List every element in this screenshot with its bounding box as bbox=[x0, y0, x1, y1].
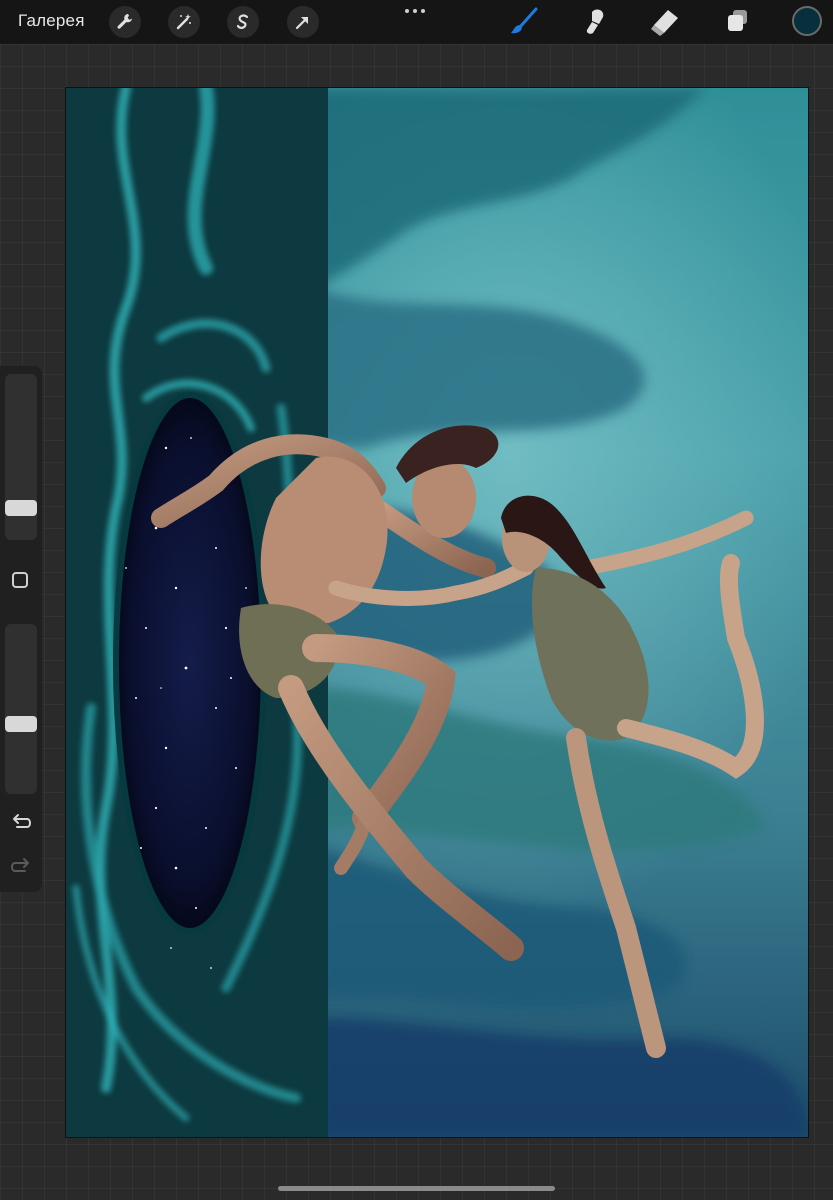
transform-arrow-icon[interactable] bbox=[287, 6, 319, 38]
artwork-painting bbox=[66, 88, 808, 1137]
brush-size-slider[interactable] bbox=[5, 374, 37, 540]
eraser-icon[interactable] bbox=[648, 6, 682, 38]
smudge-icon[interactable] bbox=[578, 6, 612, 38]
drawing-canvas[interactable] bbox=[66, 88, 808, 1137]
selection-s-icon[interactable] bbox=[227, 6, 259, 38]
wrench-icon[interactable] bbox=[109, 6, 141, 38]
gallery-button[interactable]: Галерея bbox=[18, 11, 85, 31]
magic-wand-icon[interactable] bbox=[168, 6, 200, 38]
square-icon[interactable] bbox=[12, 572, 28, 588]
undo-arrow-icon[interactable] bbox=[9, 812, 33, 834]
brush-size-thumb[interactable] bbox=[5, 500, 37, 516]
home-indicator[interactable] bbox=[278, 1186, 555, 1191]
color-picker-swatch[interactable] bbox=[792, 6, 822, 36]
top-toolbar: Галерея bbox=[0, 0, 833, 44]
redo-arrow-icon[interactable] bbox=[9, 856, 33, 878]
opacity-slider[interactable] bbox=[5, 624, 37, 794]
left-sidebar bbox=[0, 366, 42, 892]
brush-icon[interactable] bbox=[508, 6, 542, 38]
three-dots-icon[interactable] bbox=[404, 4, 430, 18]
layers-icon[interactable] bbox=[721, 6, 755, 38]
opacity-thumb[interactable] bbox=[5, 716, 37, 732]
